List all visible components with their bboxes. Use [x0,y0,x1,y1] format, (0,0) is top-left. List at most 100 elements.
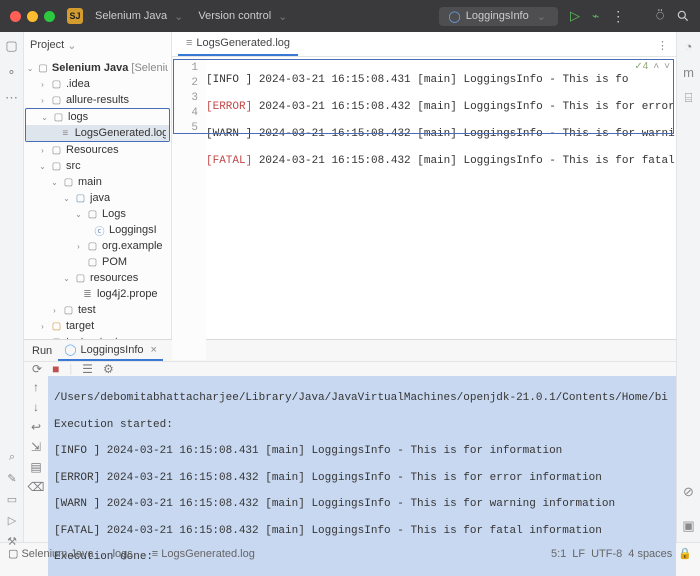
scroll-end-icon[interactable]: ⇲ [31,440,41,454]
project-tree: ⌄▢Selenium Java [Selenium ›▢.idea ›▢allu… [24,58,171,339]
maven-icon[interactable]: m [681,64,697,80]
minimize-window-button[interactable] [27,11,38,22]
editor-gutter: 12345 [172,57,206,360]
tree-node-idea[interactable]: ›▢.idea [24,76,171,92]
down-icon[interactable]: ↓ [33,400,39,414]
tree-node-logs-pkg[interactable]: ⌄▢Logs [24,206,171,222]
file-encoding[interactable]: UTF-8 [591,548,622,560]
code-with-me-icon[interactable]: ⍥ [656,8,664,24]
tree-node-orgexample[interactable]: ›▢org.example [24,238,171,254]
layout-icon[interactable]: ☰ [82,362,93,376]
chevron-down-icon: ⌄ [67,39,76,52]
maximize-window-button[interactable] [44,11,55,22]
debug-button[interactable]: ⌁ [592,9,599,23]
tree-file-logsgenerated[interactable]: ≡LogsGenerated.log [26,125,169,141]
project-name-label: Selenium Java [95,10,167,22]
run-config-label: LoggingsInfo [466,10,529,22]
stop-icon[interactable]: ■ [52,362,59,376]
vcs-menu[interactable]: Version control ⌄ [198,10,290,23]
chevron-down-icon: ˅ [664,61,670,72]
editor-tab-logsgenerated[interactable]: ≡ LogsGenerated.log [178,32,298,56]
run-button[interactable]: ▷ [570,8,580,24]
console-line: [WARN ] 2024-03-21 16:15:08.432 [main] L… [54,498,670,513]
chevron-right-icon: › [102,549,105,559]
tree-node-java[interactable]: ⌄▢java [24,190,171,206]
chevron-right-icon: › [141,549,144,559]
tree-node-allure[interactable]: ›▢allure-results [24,92,171,108]
soft-wrap-icon[interactable]: ↩ [31,420,41,434]
tree-node-pom-pkg[interactable]: ▢POM [24,254,171,270]
problems-count: ✓4 [634,61,648,72]
tree-file-loggings[interactable]: ⓒLoggingsI [24,222,171,238]
clear-icon[interactable]: ⌫ [28,480,45,494]
tree-node-logs[interactable]: ⌄▢logs [26,109,169,125]
console-line: [FATAL] 2024-03-21 16:15:08.432 [main] L… [54,525,670,540]
run-config-selector[interactable]: ◯ LoggingsInfo ⌄ [439,7,558,26]
console-line: /Users/debomitabhattacharjee/Library/Jav… [54,392,670,407]
run-config-icon: ◯ [448,10,460,23]
chevron-up-icon: ˄ [653,61,659,72]
run-config-tab[interactable]: ◯ LoggingsInfo × [58,340,163,361]
chevron-down-icon: ⌄ [537,10,546,23]
run-config-tab-label: LoggingsInfo [81,344,144,356]
editor-text[interactable]: [INFO ] 2024-03-21 16:15:08.431 [main] L… [206,57,676,360]
problems-icon[interactable]: ⊘ [681,484,697,500]
services-tool-icon[interactable]: ▭ [7,493,17,506]
project-tool-icon[interactable]: ▢ [4,38,20,54]
chevron-down-icon: ⌄ [278,10,287,23]
problems-widget[interactable]: ✓4 ˄ ˅ [634,61,670,72]
tree-node-target[interactable]: ›▢target [24,318,171,334]
project-tool-header[interactable]: Project ⌄ [24,32,171,58]
settings-icon[interactable]: ⚙ [103,362,114,376]
tree-node-main[interactable]: ⌄▢main [24,174,171,190]
close-window-button[interactable] [10,11,21,22]
up-icon[interactable]: ↑ [33,380,39,394]
readonly-lock-icon[interactable]: 🔒 [678,547,692,560]
line-separator[interactable]: LF [572,548,585,560]
find-tool-icon[interactable]: ⌕ [9,451,15,464]
tree-root[interactable]: ⌄▢Selenium Java [Selenium [24,60,171,76]
todo-tool-icon[interactable]: ✎ [7,472,16,485]
run-side-toolbar: ↑ ↓ ↩ ⇲ ▤ ⌫ [24,376,48,576]
run-tab-label: Run [32,345,52,357]
run-tool-icon[interactable]: ▷ [8,514,16,527]
breadcrumb-file[interactable]: ≡ LogsGenerated.log [152,548,255,560]
notifications-icon[interactable]: ◔ [681,38,697,54]
window-controls [10,11,55,22]
commit-tool-icon[interactable]: ∘ [4,64,20,80]
tree-node-resources-dir[interactable]: ›▢Resources [24,142,171,158]
project-tool-window: Project ⌄ ⌄▢Selenium Java [Selenium ›▢.i… [24,32,172,339]
close-icon[interactable]: × [151,344,157,356]
tree-node-src[interactable]: ⌄▢src [24,158,171,174]
database-icon[interactable]: ⌸ [681,90,697,106]
tree-file-log4j2[interactable]: ≣log4j2.prope [24,286,171,302]
indent-setting[interactable]: 4 spaces [628,548,672,560]
project-tool-title: Project [30,39,64,51]
search-everywhere-icon[interactable] [676,9,690,23]
tree-node-resources[interactable]: ⌄▢resources [24,270,171,286]
titlebar: SJ Selenium Java ⌄ Version control ⌄ ◯ L… [0,0,700,32]
console-line: [ERROR] 2024-03-21 16:15:08.432 [main] L… [54,472,670,487]
tab-more-button[interactable]: ⋮ [649,35,676,56]
run-tool-window: Run ◯ LoggingsInfo × ⟳ ■ | ☰ ⚙ ↑ ↓ [24,339,676,542]
tab-label: LogsGenerated.log [196,37,290,49]
more-actions-button[interactable]: ⋮ [611,8,626,25]
terminal-icon[interactable]: ▣ [681,518,697,534]
cursor-position[interactable]: 5:1 [551,548,566,560]
editor-content[interactable]: 12345 [INFO ] 2024-03-21 16:15:08.431 [m… [172,57,676,360]
print-icon[interactable]: ▤ [30,460,41,474]
rerun-icon[interactable]: ⟳ [32,362,42,376]
editor-area: ≡ LogsGenerated.log ⋮ 12345 [INFO ] 2024… [172,32,676,339]
chevron-down-icon: ⌄ [174,10,183,23]
breadcrumb-logs[interactable]: logs [113,548,133,560]
project-selector[interactable]: Selenium Java ⌄ [95,10,186,23]
console-line: Execution started: [54,419,670,434]
structure-tool-icon[interactable]: ⋯ [4,90,20,106]
vcs-label: Version control [198,10,271,22]
build-tool-icon[interactable]: ⚒ [7,535,17,548]
console-output[interactable]: /Users/debomitabhattacharjee/Library/Jav… [48,376,676,576]
right-tool-gutter: ◔ m ⌸ ⊘ ▣ [676,32,700,542]
console-line: [INFO ] 2024-03-21 16:15:08.431 [main] L… [54,445,670,460]
tree-node-test[interactable]: ›▢test [24,302,171,318]
run-toolbar: ⟳ ■ | ☰ ⚙ [24,362,676,376]
